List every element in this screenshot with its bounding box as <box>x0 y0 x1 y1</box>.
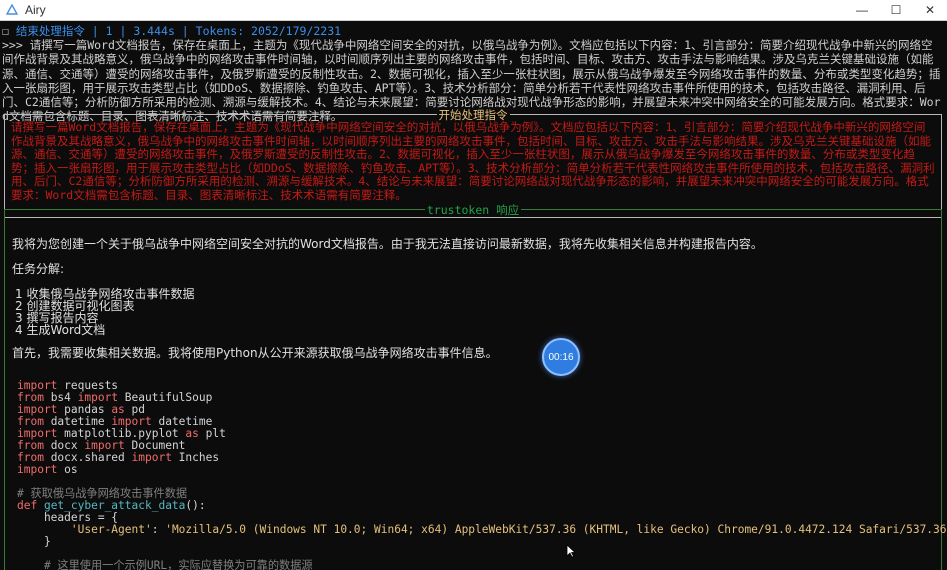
response-panel-title: trustoken 响应 <box>424 203 522 217</box>
status-checkbox-icon: ☐ <box>2 24 9 38</box>
instruction-panel-body: 请撰写一篇Word文档报告，保存在桌面上，主题为《现代战争中网络空间安全的对抗，… <box>11 120 935 202</box>
maximize-button[interactable]: ☐ <box>879 0 913 20</box>
mouse-cursor-icon <box>566 544 576 558</box>
task-heading: 任务分解: <box>12 262 65 276</box>
window-titlebar: Airy — ☐ ✕ <box>0 0 947 21</box>
status-line: ☐ 结束处理指令 | 1 | 3.444s | Tokens: 2052/179… <box>2 23 341 39</box>
timer-badge[interactable]: 00:16 <box>542 338 580 376</box>
response-intro: 我将为您创建一个关于俄乌战争中网络空间安全对抗的Word文档报告。由于我无法直接… <box>12 237 763 251</box>
close-button[interactable]: ✕ <box>913 0 947 20</box>
app-icon <box>5 3 19 17</box>
response-step-text: 首先，我需要收集相关数据。我将使用Python从公开来源获取俄乌战争网络攻击事件… <box>12 346 498 360</box>
code-block: import requests from bs4 import Beautifu… <box>17 379 947 570</box>
window-title: Airy <box>25 3 46 17</box>
window-controls: — ☐ ✕ <box>845 0 947 20</box>
minimize-button[interactable]: — <box>845 0 879 20</box>
response-panel: trustoken 响应 我将为您创建一个关于俄乌战争中网络空间安全对抗的Wor… <box>4 203 947 570</box>
status-text: 结束处理指令 | 1 | 3.444s | Tokens: 2052/179/2… <box>15 24 342 38</box>
terminal-area[interactable]: ☐ 结束处理指令 | 1 | 3.444s | Tokens: 2052/179… <box>0 21 947 570</box>
task-item: 4 生成Word文档 <box>15 323 106 337</box>
